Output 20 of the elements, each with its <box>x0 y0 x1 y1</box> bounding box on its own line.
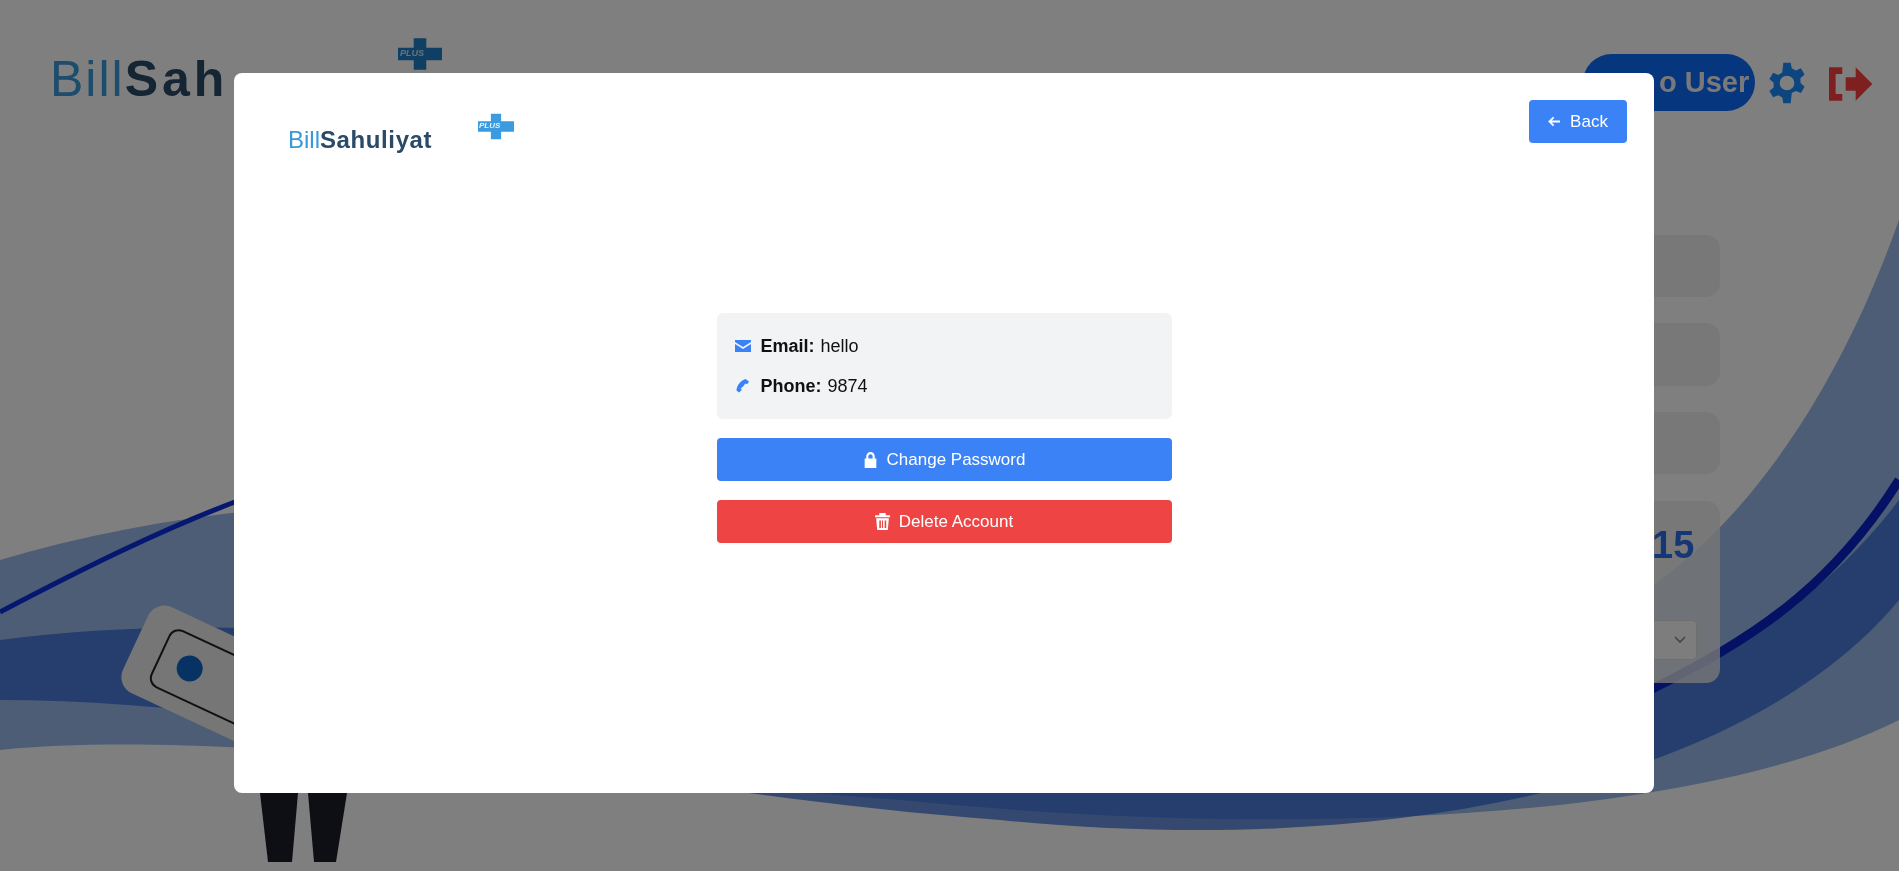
change-password-button[interactable]: Change Password <box>716 438 1172 481</box>
badge-text: PLUS <box>400 49 424 58</box>
cross-icon <box>478 113 514 140</box>
stat-value: 15 <box>1652 526 1695 564</box>
field-label: Email: <box>760 335 815 357</box>
badge-text: PLUS <box>479 122 501 130</box>
lock-icon <box>862 451 878 468</box>
phone-icon <box>734 379 751 393</box>
trash-icon <box>874 513 890 530</box>
field-value: hello <box>820 335 859 357</box>
arrow-left-icon <box>1548 116 1562 127</box>
brand-name: BillSahuliyat <box>288 128 433 152</box>
delete-account-button[interactable]: Delete Account <box>716 500 1172 543</box>
chevron-icon <box>1674 636 1686 644</box>
cross-icon <box>398 38 442 70</box>
brand-name: BillSah <box>50 54 229 104</box>
field-label: Phone: <box>760 375 822 397</box>
back-button[interactable]: Back <box>1529 100 1627 143</box>
envelope-icon <box>734 339 751 353</box>
field-value: 9874 <box>827 375 868 397</box>
